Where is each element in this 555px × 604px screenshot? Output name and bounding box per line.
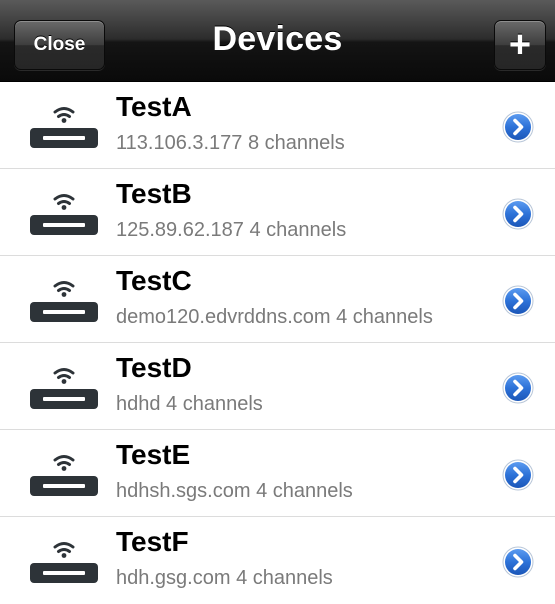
dvr-wifi-icon	[28, 446, 100, 500]
device-row[interactable]: TestC demo120.edvrddns.com 4 channels	[0, 256, 555, 343]
device-detail: 113.106.3.177 8 channels	[116, 132, 345, 154]
dvr-wifi-icon	[28, 272, 100, 326]
device-list: TestA 113.106.3.177 8 channels TestB 125…	[0, 82, 555, 604]
dvr-wifi-icon	[28, 185, 100, 239]
device-name: TestC	[116, 265, 192, 296]
device-name: TestD	[116, 352, 192, 383]
add-device-button[interactable]: +	[494, 20, 546, 70]
detail-disclosure-icon[interactable]	[502, 372, 534, 404]
device-detail: hdh.gsg.com 4 channels	[116, 567, 333, 589]
device-row[interactable]: TestF hdh.gsg.com 4 channels	[0, 517, 555, 604]
device-row[interactable]: TestD hdhd 4 channels	[0, 343, 555, 430]
dvr-wifi-icon	[28, 98, 100, 152]
device-name: TestE	[116, 439, 191, 470]
dvr-wifi-icon	[28, 359, 100, 413]
detail-disclosure-icon[interactable]	[502, 546, 534, 578]
detail-disclosure-icon[interactable]	[502, 459, 534, 491]
device-row[interactable]: TestB 125.89.62.187 4 channels	[0, 169, 555, 256]
device-name: TestF	[116, 526, 189, 557]
detail-disclosure-icon[interactable]	[502, 285, 534, 317]
detail-disclosure-icon[interactable]	[502, 111, 534, 143]
device-name: TestB	[116, 178, 192, 209]
detail-disclosure-icon[interactable]	[502, 198, 534, 230]
device-name: TestA	[116, 91, 192, 122]
device-row[interactable]: TestA 113.106.3.177 8 channels	[0, 82, 555, 169]
device-detail: hdhd 4 channels	[116, 393, 263, 415]
device-detail: demo120.edvrddns.com 4 channels	[116, 306, 433, 328]
device-detail: hdhsh.sgs.com 4 channels	[116, 480, 353, 502]
device-detail: 125.89.62.187 4 channels	[116, 219, 347, 241]
device-row[interactable]: TestE hdhsh.sgs.com 4 channels	[0, 430, 555, 517]
page-title: Devices	[212, 20, 343, 58]
navigation-bar: Close Devices +	[0, 0, 555, 82]
dvr-wifi-icon	[28, 533, 100, 587]
